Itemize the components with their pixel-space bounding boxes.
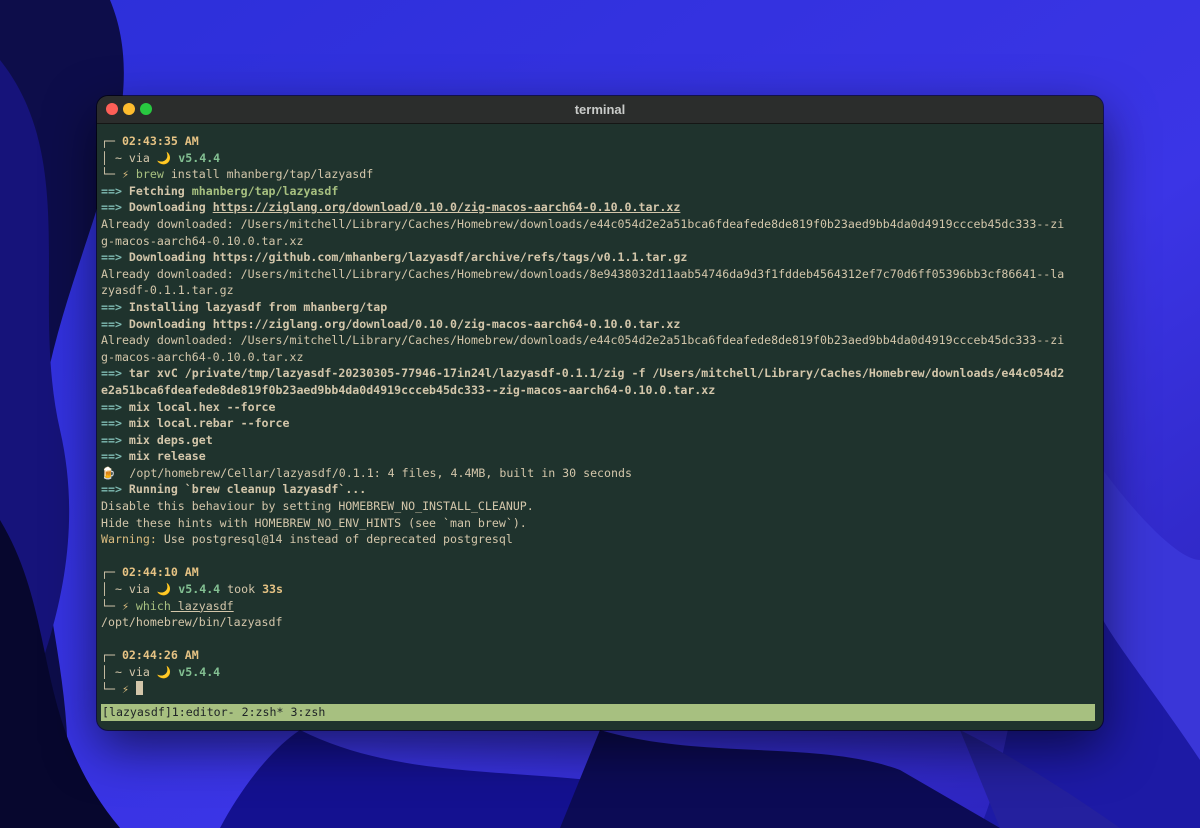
output-line: ==> mix deps.get: [101, 432, 213, 447]
output-line: ==> mix local.hex --force: [101, 399, 276, 414]
output-line: Already downloaded: /Users/mitchell/Libr…: [101, 333, 1065, 348]
output-line: g-macos-aarch64-0.10.0.tar.xz: [101, 233, 304, 248]
output-line: ==> Downloading https://ziglang.org/down…: [101, 200, 681, 215]
prompt-dir-line: │ ~ via 🌙 v5.4.4: [101, 150, 221, 165]
command-args: install mhanberg/tap/lazyasdf: [163, 167, 374, 182]
output-line: /opt/homebrew/bin/lazyasdf: [101, 615, 283, 630]
output-line: ==> Installing lazyasdf from mhanberg/ta…: [101, 299, 388, 314]
output-line: g-macos-aarch64-0.10.0.tar.xz: [101, 349, 304, 364]
output-line: ==> Downloading https://ziglang.org/down…: [101, 316, 681, 331]
output-line: ==> mix release: [101, 449, 206, 464]
version-label: v5.4.4: [178, 665, 221, 679]
command-args: lazyasdf: [170, 598, 234, 613]
output-line: Already downloaded: /Users/mitchell/Libr…: [101, 216, 1065, 231]
text-cursor: [135, 680, 143, 695]
output-line: Warning: Use postgresql@14 instead of de…: [101, 532, 513, 547]
output-line: ==> Running `brew cleanup lazyasdf`...: [101, 482, 367, 497]
prompt-command-line[interactable]: └─ ⚡: [101, 680, 1099, 698]
lightning-icon: ⚡: [121, 167, 129, 182]
output-line: ==> tar xvC /private/tmp/lazyasdf-202303…: [101, 366, 1065, 381]
title-bar: terminal: [97, 96, 1103, 124]
window-title: terminal: [574, 102, 626, 117]
prompt-dir-line: │ ~ via 🌙 v5.4.4: [101, 665, 221, 679]
version-label: v5.4.4: [178, 150, 221, 165]
output-line: zyasdf-0.1.1.tar.gz: [101, 283, 234, 298]
output-line: e2a51bca6fdeafede8de819f0b23aed9bb4da0d4…: [101, 382, 716, 397]
moon-icon: 🌙: [156, 150, 172, 165]
warning-label: Warning:: [101, 532, 157, 547]
output-line: Hide these hints with HOMEBREW_NO_ENV_HI…: [101, 515, 527, 530]
prompt-dir-line: │ ~ via 🌙 v5.4.4 took 33s: [101, 582, 284, 597]
download-link[interactable]: https://ziglang.org/download/0.10.0/zig-…: [213, 200, 681, 214]
duration-label: 33s: [262, 582, 284, 597]
command-name: which: [135, 598, 171, 613]
output-line: Disable this behaviour by setting HOMEBR…: [101, 499, 534, 514]
output-line: 🍺 /opt/homebrew/Cellar/lazyasdf/0.1.1: 4…: [101, 465, 632, 480]
output-line: ==> Downloading https://github.com/mhanb…: [101, 250, 688, 265]
prompt-time-line: ┌─ 02:44:10 AM: [101, 565, 199, 580]
output-line: Already downloaded: /Users/mitchell/Libr…: [101, 266, 1065, 281]
moon-icon: 🌙: [156, 665, 172, 679]
prompt-command-line: └─ ⚡ brew install mhanberg/tap/lazyasdf: [101, 167, 374, 182]
command-name: brew: [135, 167, 164, 182]
moon-icon: 🌙: [156, 582, 172, 597]
beer-icon: 🍺: [101, 465, 116, 480]
prompt-time-line: ┌─ 02:43:35 AM: [101, 134, 199, 148]
terminal-output[interactable]: ┌─ 02:43:35 AM │ ~ via 🌙 v5.4.4 └─ ⚡ bre…: [101, 133, 1099, 697]
prompt-time-line: ┌─ 02:44:26 AM: [101, 648, 199, 663]
prompt-time: 02:44:26 AM: [121, 648, 199, 663]
prompt-time: 02:43:35 AM: [121, 134, 199, 148]
output-line: ==> Fetching mhanberg/tap/lazyasdf: [101, 183, 339, 198]
prompt-time: 02:44:10 AM: [121, 565, 199, 580]
version-label: v5.4.4: [178, 582, 221, 597]
output-line: ==> mix local.rebar --force: [101, 416, 290, 431]
lightning-icon: ⚡: [121, 598, 129, 613]
prompt-command-line: └─ ⚡ which lazyasdf: [101, 598, 234, 613]
terminal-window: terminal ┌─ 02:43:35 AM │ ~ via 🌙 v5.4.4…: [97, 96, 1103, 730]
lightning-icon: ⚡: [121, 681, 129, 696]
tmux-status-bar[interactable]: [lazyasdf]1:editor- 2:zsh* 3:zsh: [101, 704, 1095, 721]
